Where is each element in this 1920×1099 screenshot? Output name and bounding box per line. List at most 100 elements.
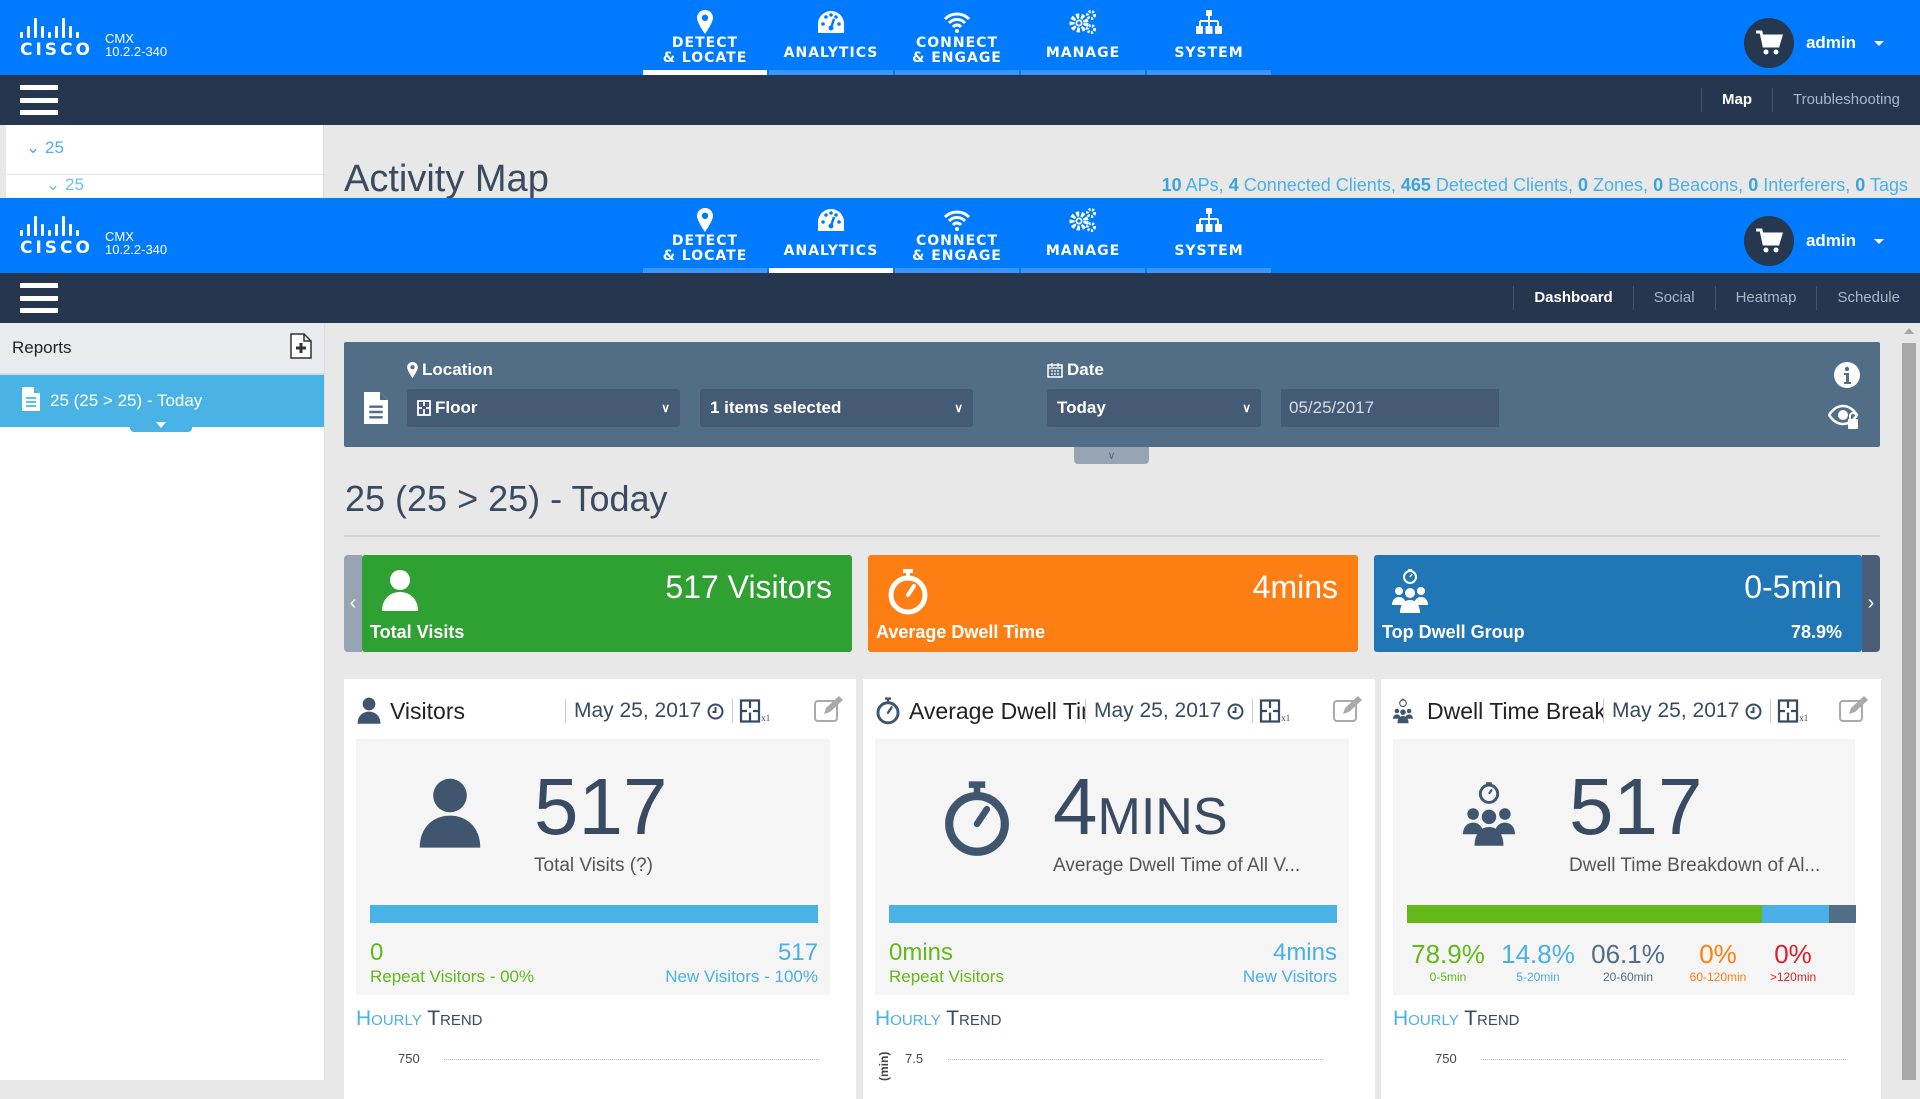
repeat-dwell-value: 0mins xyxy=(889,939,954,966)
user-menu[interactable]: admin xyxy=(1743,216,1884,266)
avg-dwell-caption: Average Dwell Time of All V... xyxy=(1053,855,1301,876)
top-navbar: CISCO CMX 10.2.2-340 DETECT & LOCATE ANALY… xyxy=(0,198,1920,273)
filter-bar: Location Floor ∨ 1 items selected ∨ Date… xyxy=(344,342,1880,464)
date-range-select[interactable]: Today ∨ xyxy=(1047,389,1261,427)
total-visits-caption[interactable]: Total Visits (?) xyxy=(534,855,653,877)
report-item[interactable]: 25 (25 > 25) - Today xyxy=(0,375,324,432)
privacy-eye-lock-icon[interactable] xyxy=(1827,404,1860,435)
card-title: Visitors xyxy=(390,697,465,724)
bg-main-nav: DETECT & LOCATE ANALYTICS CONNECT & ENGAGE… xyxy=(642,0,1272,75)
breakdown-range: >120min xyxy=(1769,970,1817,984)
bg-subtab-map[interactable]: Map xyxy=(1700,88,1772,112)
chevron-down-icon: ∨ xyxy=(1242,401,1251,415)
cisco-logo[interactable]: CISCO CMX 10.2.2-340 xyxy=(20,216,167,258)
expand-handle[interactable] xyxy=(130,422,192,432)
stat-interferers[interactable]: 0 xyxy=(1748,175,1758,195)
kpi-average-dwell-time[interactable]: 4mins Average Dwell Time xyxy=(868,555,1358,652)
user-menu[interactable]: admin xyxy=(1743,18,1884,68)
subtab-heatmap[interactable]: Heatmap xyxy=(1714,286,1817,310)
floor-selector[interactable]: x1 xyxy=(1770,699,1808,723)
nav-detect-locate[interactable]: DETECT & LOCATE xyxy=(642,198,768,273)
bg-nav-analytics[interactable]: ANALYTICS xyxy=(768,0,894,75)
brand-name: CISCO xyxy=(20,238,93,258)
date-label: Date xyxy=(1047,360,1104,380)
kpi-top-dwell-group[interactable]: 0-5min Top Dwell Group 78.9% xyxy=(1374,555,1862,652)
map-pin-icon xyxy=(407,362,418,378)
location-label: Location xyxy=(407,360,493,380)
card-date: May 25, 2017 xyxy=(565,699,724,723)
chevron-right-icon: › xyxy=(1867,592,1875,614)
group-stopwatch-icon xyxy=(1393,698,1413,724)
date-input[interactable] xyxy=(1281,389,1499,427)
chevron-down-icon: ⌄ xyxy=(46,175,61,194)
stat-tags[interactable]: 0 xyxy=(1855,175,1865,195)
add-report-icon[interactable] xyxy=(290,332,312,364)
breakdown-bar-segment xyxy=(1407,905,1763,923)
kpi-carousel: ‹ 517 Visitors Total Visits 4mins Averag… xyxy=(344,555,1880,652)
vertical-scrollbar[interactable] xyxy=(1898,323,1920,1080)
stat-zones[interactable]: 0 xyxy=(1578,175,1588,195)
nav-manage[interactable]: MANAGE xyxy=(1020,198,1146,273)
total-visits-value: 517 xyxy=(534,762,668,851)
kpi-total-visits[interactable]: 517 Visitors Total Visits xyxy=(362,555,852,652)
repeat-visitors-value: 0 xyxy=(370,939,384,966)
bg-nav-connect-engage[interactable]: CONNECT & ENGAGE xyxy=(894,0,1020,75)
bg-nav-manage[interactable]: MANAGE xyxy=(1020,0,1146,75)
bg-tree-item[interactable]: ⌄ 25 xyxy=(6,125,323,175)
stat-detected[interactable]: 465 xyxy=(1401,175,1431,195)
stopwatch-icon xyxy=(876,697,900,725)
edit-icon[interactable] xyxy=(814,695,846,727)
clock-icon xyxy=(1745,703,1762,719)
brand-name: CISCO xyxy=(20,40,93,60)
carousel-next-button[interactable]: › xyxy=(1862,555,1880,652)
stat-aps[interactable]: 10 xyxy=(1162,175,1182,195)
report-item-label: 25 (25 > 25) - Today xyxy=(50,391,203,410)
bg-subtab-troubleshooting[interactable]: Troubleshooting xyxy=(1771,88,1920,112)
breakdown-percent: 14.8% xyxy=(1501,939,1575,969)
subtab-social[interactable]: Social xyxy=(1632,286,1715,310)
location-items-select[interactable]: 1 items selected ∨ xyxy=(700,389,973,427)
cart-icon[interactable] xyxy=(1743,216,1794,266)
cisco-bars-icon xyxy=(20,18,93,38)
floor-plan-icon xyxy=(417,400,431,416)
expand-filters-button[interactable]: ∨ xyxy=(1074,447,1149,464)
bg-nav-detect-locate[interactable]: DETECT & LOCATE xyxy=(642,0,768,75)
cart-icon[interactable] xyxy=(1743,18,1794,68)
subtab-dashboard[interactable]: Dashboard xyxy=(1513,286,1632,310)
breakdown-range: 0-5min xyxy=(1429,970,1467,984)
cisco-logo[interactable]: CISCO CMX 10.2.2-340 xyxy=(20,18,167,60)
card-date-text: May 25, 2017 xyxy=(1612,699,1740,722)
subtab-schedule[interactable]: Schedule xyxy=(1816,286,1920,310)
nav-analytics[interactable]: ANALYTICS xyxy=(768,198,894,273)
hamburger-menu-icon[interactable] xyxy=(20,283,58,313)
floor-selector[interactable]: x1 xyxy=(732,699,770,723)
reports-sidebar: Reports 25 (25 > 25) - Today xyxy=(0,323,325,1080)
scrollbar-thumb[interactable] xyxy=(1902,343,1916,1080)
location-type-select[interactable]: Floor ∨ xyxy=(407,389,680,427)
hamburger-menu-icon[interactable] xyxy=(20,85,58,115)
bg-tree-child[interactable]: ⌄ 25 xyxy=(6,175,323,195)
nav-system[interactable]: SYSTEM xyxy=(1146,198,1272,273)
location-label-text: Location xyxy=(422,360,493,379)
nav-connect-engage[interactable]: CONNECT & ENGAGE xyxy=(894,198,1020,273)
scroll-up-icon[interactable] xyxy=(1904,328,1914,334)
floor-selector[interactable]: x1 xyxy=(1252,699,1290,723)
floor-plan-icon xyxy=(1260,699,1281,723)
hourly-trend-heading: Hourly Trend xyxy=(875,1007,1002,1030)
info-icon[interactable] xyxy=(1834,362,1860,393)
stat-connected[interactable]: 4 xyxy=(1229,175,1239,195)
new-visitors-bar-segment xyxy=(889,905,1337,923)
stat-label: Beacons, xyxy=(1668,175,1744,195)
nav-label: DETECT xyxy=(671,233,739,249)
floor-count: x1 xyxy=(1799,713,1809,723)
carousel-prev-button[interactable]: ‹ xyxy=(344,555,362,652)
y-axis-tick: 750 xyxy=(398,1051,420,1066)
edit-icon[interactable] xyxy=(1839,695,1871,727)
user-name: admin xyxy=(1805,33,1856,52)
avg-dwell-unit: MINS xyxy=(1097,788,1228,846)
bg-nav-system[interactable]: SYSTEM xyxy=(1146,0,1272,75)
stat-beacons[interactable]: 0 xyxy=(1653,175,1663,195)
edit-icon[interactable] xyxy=(1333,695,1365,727)
card-date: May 25, 2017 xyxy=(1085,699,1244,723)
date-label-text: Date xyxy=(1067,360,1104,379)
